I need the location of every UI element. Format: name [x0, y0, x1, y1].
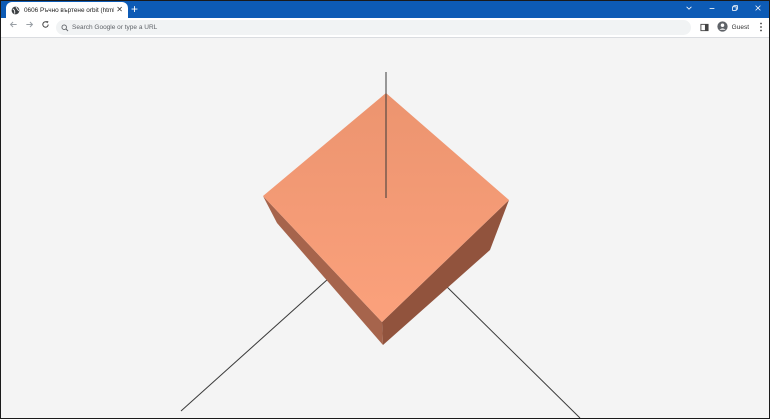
- minimize-icon[interactable]: [705, 2, 719, 16]
- globe-icon: [11, 6, 20, 15]
- tab-strip: 0606 Ръчно въртене orbit (html) ✕ +: [1, 1, 769, 18]
- omnibox-input[interactable]: [72, 24, 672, 31]
- forward-arrow-icon[interactable]: [23, 20, 35, 34]
- chevron-down-icon[interactable]: [682, 2, 696, 16]
- side-panel-icon[interactable]: [700, 19, 709, 37]
- scene-canvas[interactable]: [1, 38, 769, 418]
- tab-title: 0606 Ръчно въртене orbit (html): [24, 6, 114, 14]
- kebab-menu-icon[interactable]: [759, 19, 763, 37]
- axis-z-line: [440, 280, 581, 418]
- new-tab-button[interactable]: +: [131, 2, 138, 16]
- back-arrow-icon[interactable]: [7, 20, 19, 34]
- close-icon[interactable]: [751, 2, 765, 16]
- omnibox[interactable]: [56, 20, 691, 35]
- person-icon[interactable]: [717, 19, 728, 37]
- reload-icon[interactable]: [39, 20, 51, 34]
- browser-window: 0606 Ръчно въртене orbit (html) ✕ + Sear…: [0, 0, 770, 419]
- toolbar-right: Guest: [700, 20, 763, 35]
- browser-tab[interactable]: 0606 Ръчно въртене orbit (html) ✕: [6, 2, 128, 18]
- axis-x-line: [180, 278, 329, 412]
- search-icon: [61, 19, 69, 37]
- browser-toolbar: Guest: [1, 18, 769, 38]
- tab-close-icon[interactable]: ✕: [116, 5, 123, 15]
- restore-icon[interactable]: [728, 2, 742, 16]
- profile-label[interactable]: Guest: [732, 24, 749, 31]
- 3d-viewport[interactable]: [1, 38, 769, 418]
